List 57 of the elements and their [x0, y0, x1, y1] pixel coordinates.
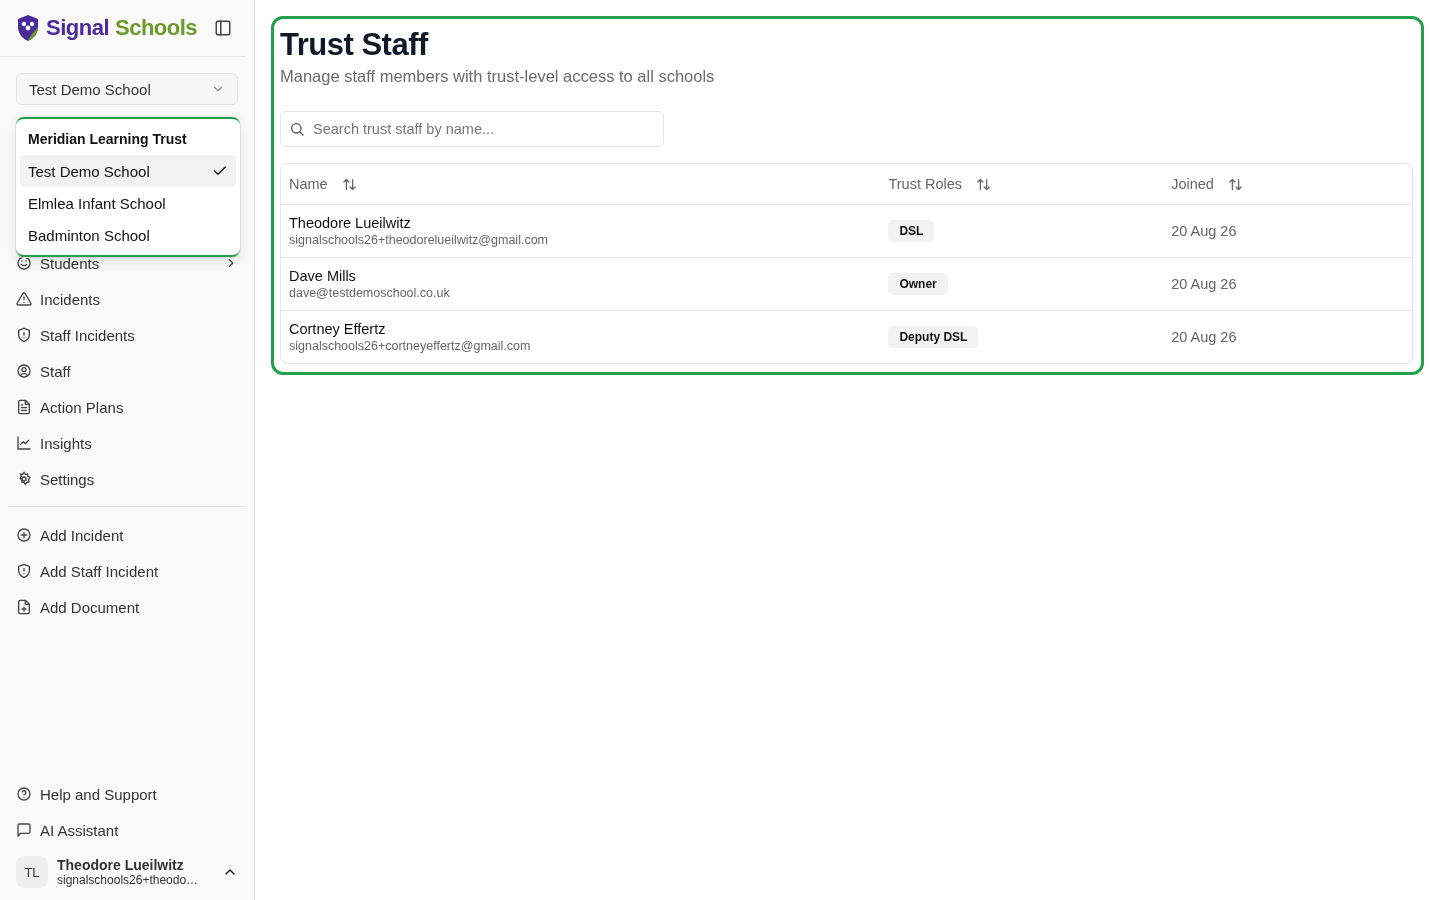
document-plus-icon [16, 599, 32, 615]
nav-link[interactable]: Staff Incidents [8, 317, 246, 353]
user-icon [16, 363, 32, 379]
nav-link[interactable]: Help and Support [8, 776, 246, 812]
nav-link[interactable]: AI Assistant [8, 812, 246, 848]
joined-date: 20 Aug 26 [1171, 223, 1237, 239]
staff-name: Theodore Lueilwitz [289, 215, 412, 231]
sort-icon [341, 176, 357, 192]
staff-name: Dave Mills [289, 268, 357, 284]
search-icon [289, 121, 305, 137]
warning-icon [16, 291, 32, 307]
role-badge: Deputy DSL [888, 326, 979, 348]
school-select[interactable]: Test Demo School [16, 73, 238, 105]
school-option[interactable]: Test Demo School [20, 155, 236, 187]
nav-link[interactable]: Action Plans [8, 389, 246, 425]
user-email: signalschools26+theodo… [57, 873, 200, 887]
nav-link[interactable]: Add Incident [8, 517, 246, 553]
help-icon [16, 786, 32, 802]
panel-icon [214, 19, 232, 37]
column-header[interactable]: Trust Roles [888, 176, 991, 192]
nav-link[interactable]: Add Document [8, 589, 246, 625]
shield-icon [16, 327, 32, 343]
user-menu[interactable]: TL Theodore Lueilwitz signalschools26+theodo… [0, 848, 254, 900]
joined-date: 20 Aug 26 [1171, 329, 1237, 345]
shield-icon [16, 563, 32, 579]
avatar: TL [16, 856, 48, 888]
menu-group-label: Meridian Learning Trust [27, 130, 188, 149]
nav-link[interactable]: Incidents [8, 281, 246, 317]
column-header[interactable]: Name [289, 176, 357, 192]
shield-logo-icon [16, 14, 40, 42]
document-icon [16, 399, 32, 415]
sort-icon [976, 176, 991, 192]
brand-name: Signal Schools [46, 15, 198, 41]
staff-email: signalschools26+theodorelueilwitz@gmail.com [289, 233, 549, 247]
sort-icon [1227, 176, 1243, 192]
staff-email: dave@testdemoschool.co.uk [289, 286, 451, 300]
user-name: Theodore Lueilwitz [57, 857, 185, 873]
nav-link[interactable]: Insights [8, 425, 246, 461]
chat-icon [16, 822, 32, 838]
search-field[interactable]: Search trust staff by name... [280, 111, 664, 147]
staff-name: Cortney Effertz [289, 321, 387, 337]
column-header[interactable]: Joined [1171, 176, 1243, 192]
nav-link[interactable]: Settings [8, 461, 246, 497]
staff-email: signalschools26+cortneyeffertz@gmail.com [289, 339, 532, 353]
page-subtitle: Manage staff members with trust-level access to all schools [280, 67, 715, 86]
school-option[interactable]: Elmlea Infant School [20, 187, 236, 219]
sidebar-toggle-button[interactable] [214, 19, 232, 37]
nav-link[interactable]: Staff [8, 353, 246, 389]
page-title: Trust Staff [280, 27, 428, 63]
settings-icon [16, 471, 32, 487]
plus-icon [16, 527, 32, 543]
role-badge: DSL [888, 220, 935, 242]
chart-icon [16, 435, 32, 451]
role-badge: Owner [888, 273, 948, 295]
smiley-icon [16, 255, 32, 271]
nav-link[interactable]: Add Staff Incident [8, 553, 246, 589]
joined-date: 20 Aug 26 [1171, 276, 1237, 292]
